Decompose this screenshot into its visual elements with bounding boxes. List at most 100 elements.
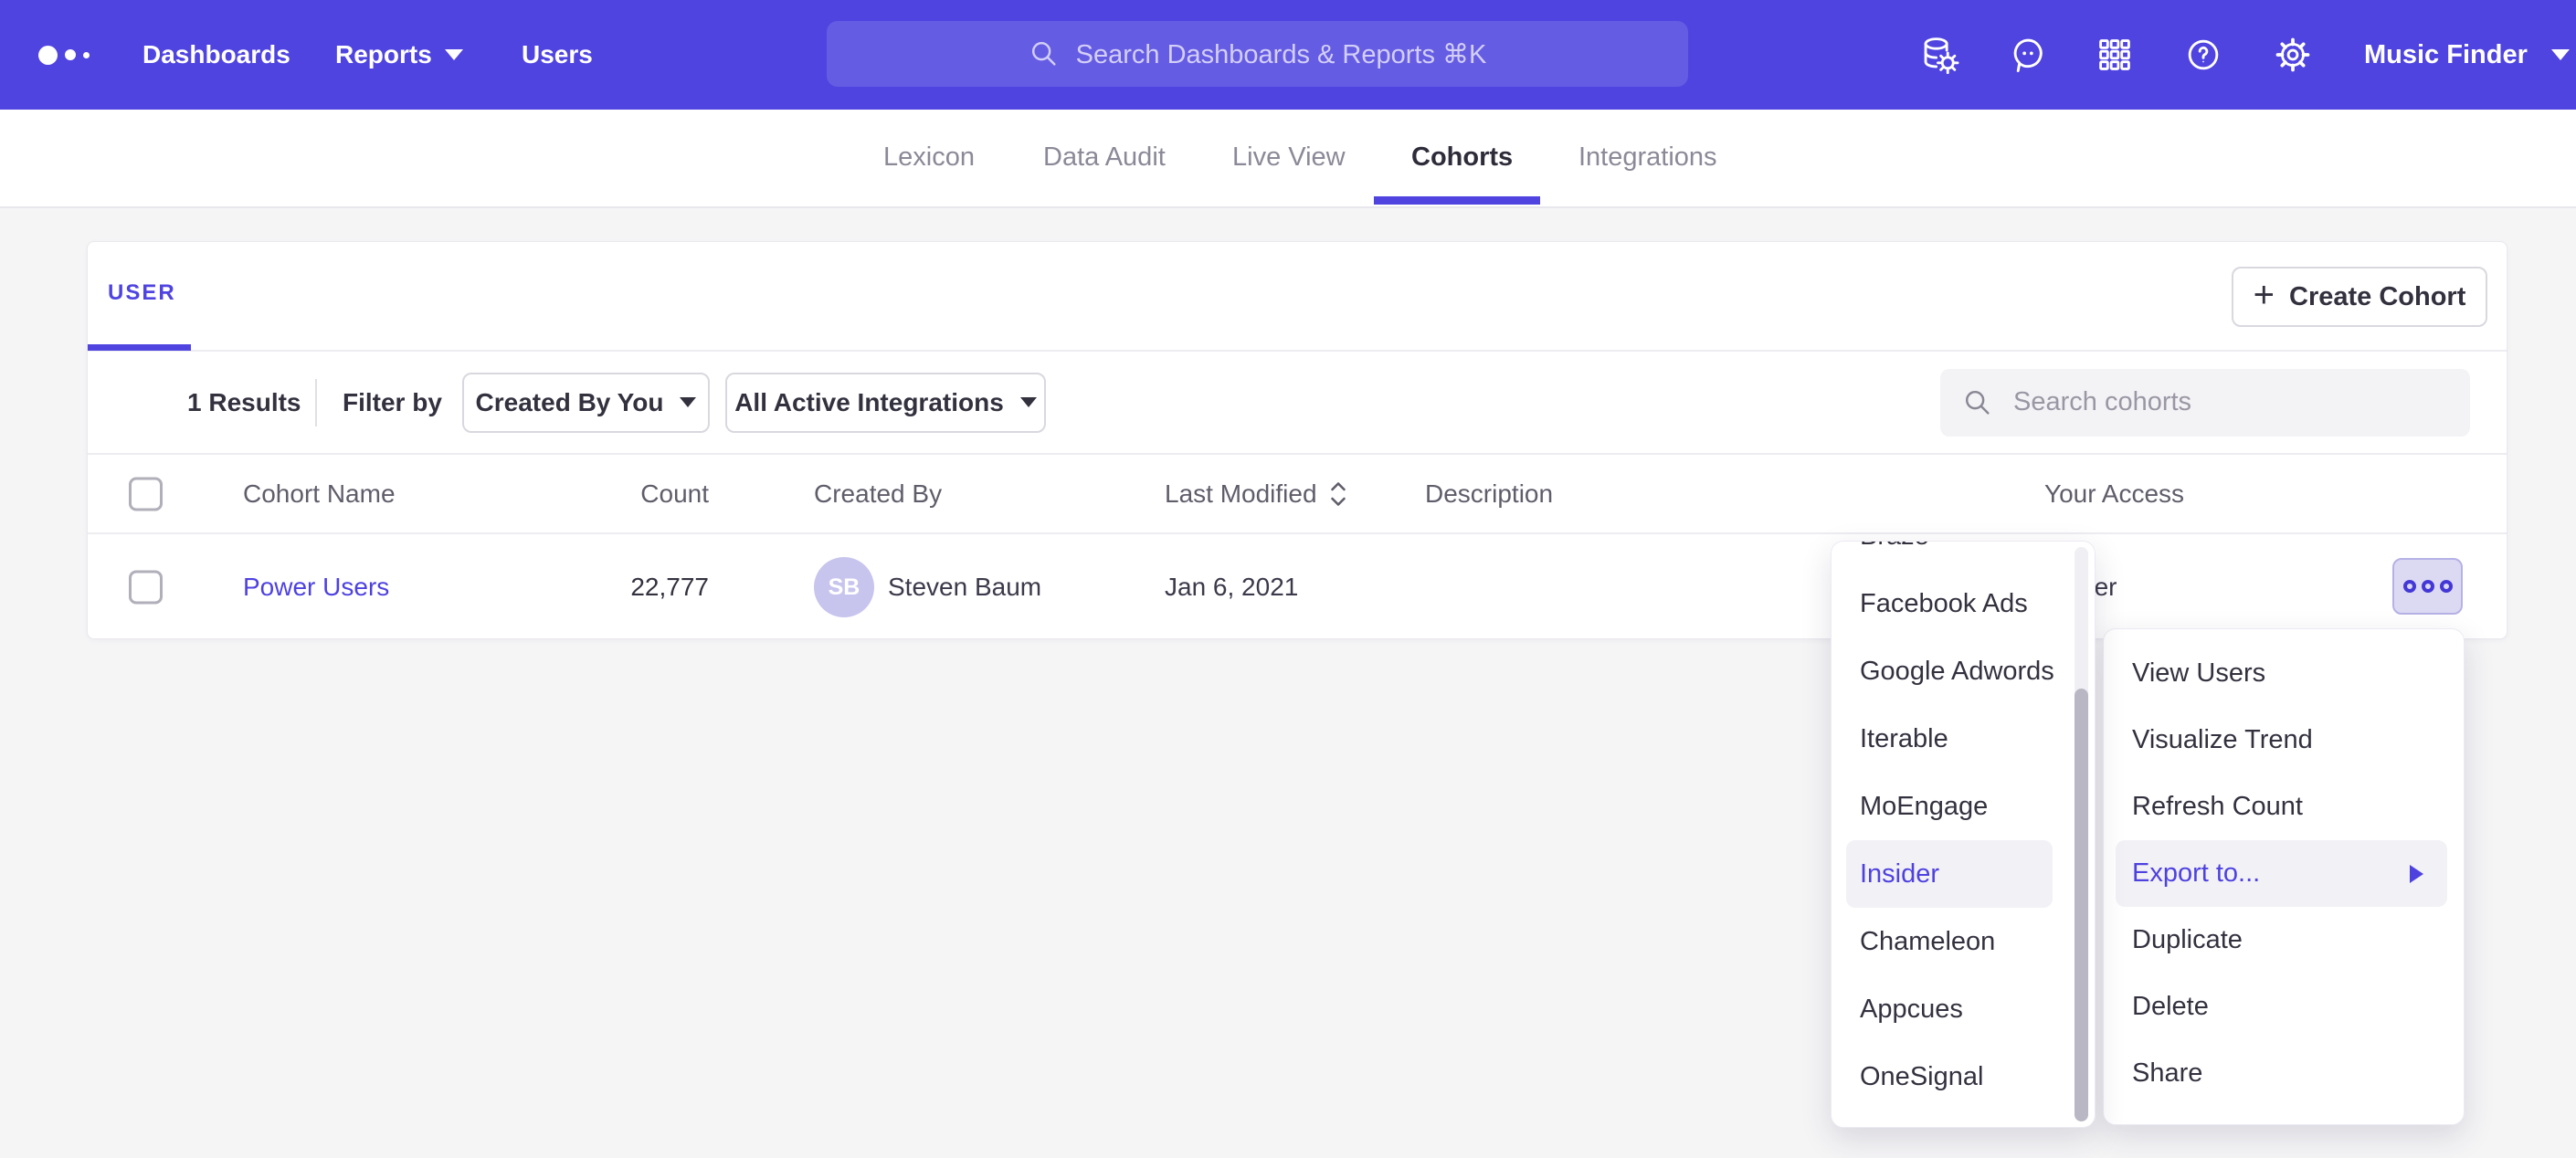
chevron-down-icon: [445, 49, 463, 60]
submenu-item-appcues[interactable]: Appcues: [1832, 975, 2095, 1043]
tab-lexicon[interactable]: Lexicon: [883, 110, 975, 205]
integration-list: Braze Facebook Ads Google Adwords Iterab…: [1832, 541, 2095, 1111]
nav-item-reports[interactable]: Reports: [335, 0, 463, 110]
nav-item-label: Users: [522, 40, 593, 69]
cohort-search-field[interactable]: [1940, 369, 2470, 437]
tab-label: Lexicon: [883, 142, 975, 173]
cohort-search-input[interactable]: [2011, 386, 2448, 418]
cohort-name-link[interactable]: Power Users: [243, 573, 389, 602]
submenu-item-insider[interactable]: Insider: [1846, 840, 2053, 908]
tab-data-audit[interactable]: Data Audit: [1043, 110, 1166, 205]
cohort-count: 22,777: [581, 573, 709, 602]
feedback-chat-icon: [2008, 35, 2048, 75]
chevron-down-icon: [1020, 397, 1037, 407]
nav-item-dashboards[interactable]: Dashboards: [143, 0, 290, 110]
project-name: Music Finder: [2364, 40, 2528, 70]
column-header-cohort-name: Cohort Name: [243, 479, 396, 509]
gear-icon: [2273, 35, 2313, 75]
menu-item-share[interactable]: Share: [2104, 1040, 2464, 1107]
avatar: SB: [814, 557, 874, 617]
tab-label: Cohorts: [1411, 142, 1513, 173]
menu-item-duplicate[interactable]: Duplicate: [2104, 907, 2464, 974]
submenu-item-braze[interactable]: Braze: [1832, 541, 2095, 570]
row-actions-menu: View Users Visualize Trend Refresh Count…: [2103, 628, 2465, 1125]
table-header-row: Cohort Name Count Created By Last Modifi…: [88, 455, 2507, 534]
created-by-filter-dropdown[interactable]: Created By You: [462, 373, 710, 433]
sort-icon: [1328, 479, 1348, 510]
tab-label: Live View: [1232, 142, 1346, 173]
create-cohort-label: Create Cohort: [2289, 282, 2465, 312]
tab-label: Data Audit: [1043, 142, 1166, 173]
menu-item-label: Export to...: [2132, 858, 2260, 889]
row-actions-button[interactable]: [2392, 558, 2463, 615]
submenu-item-onesignal[interactable]: OneSignal: [1832, 1043, 2095, 1111]
database-gear-icon: [1920, 35, 1960, 75]
global-search-input[interactable]: Search Dashboards & Reports ⌘K: [827, 21, 1688, 87]
tab-cohorts[interactable]: Cohorts: [1411, 110, 1513, 205]
chevron-down-icon: [680, 397, 696, 407]
created-by-name: Steven Baum: [888, 573, 1041, 602]
data-management-tabs: Lexicon Data Audit Live View Cohorts Int…: [0, 110, 2576, 208]
ellipsis-icon: [2422, 580, 2434, 593]
submenu-item-moengage[interactable]: MoEngage: [1832, 773, 2095, 840]
search-icon: [1029, 38, 1060, 69]
column-header-label: Last Modified: [1165, 479, 1317, 509]
create-cohort-button[interactable]: + Create Cohort: [2232, 267, 2487, 327]
select-all-checkbox[interactable]: [129, 477, 163, 511]
column-header-description: Description: [1425, 479, 1553, 509]
menu-item-export-to[interactable]: Export to...: [2116, 840, 2447, 907]
dropdown-label: Created By You: [476, 388, 664, 417]
integrations-filter-dropdown[interactable]: All Active Integrations: [725, 373, 1046, 433]
cohorts-screen: Dashboards Reports Users Search Dashboar…: [0, 0, 2576, 1158]
tab-live-view[interactable]: Live View: [1232, 110, 1346, 205]
plus-icon: +: [2254, 277, 2275, 313]
submenu-item-google-adwords[interactable]: Google Adwords: [1832, 637, 2095, 705]
column-header-last-modified[interactable]: Last Modified: [1165, 479, 1348, 510]
tab-integrations[interactable]: Integrations: [1578, 110, 1717, 205]
data-settings-button[interactable]: [1920, 35, 1960, 75]
apps-grid-icon: [2095, 35, 2135, 75]
tab-label: Integrations: [1578, 142, 1717, 173]
feedback-button[interactable]: [2008, 35, 2048, 75]
menu-item-delete[interactable]: Delete: [2104, 974, 2464, 1040]
nav-item-label: Reports: [335, 40, 432, 69]
top-navigation-bar: Dashboards Reports Users Search Dashboar…: [0, 0, 2576, 110]
ellipsis-icon: [2440, 580, 2453, 593]
table-row: Power Users 22,777 SB Steven Baum Jan 6,…: [88, 534, 2507, 640]
help-button[interactable]: [2183, 35, 2223, 75]
last-modified-date: Jan 6, 2021: [1165, 573, 1298, 602]
project-switcher[interactable]: Music Finder: [2364, 0, 2570, 110]
help-icon: [2183, 35, 2223, 75]
submenu-item-iterable[interactable]: Iterable: [1832, 705, 2095, 773]
submenu-item-facebook-ads[interactable]: Facebook Ads: [1832, 570, 2095, 637]
global-search-placeholder: Search Dashboards & Reports ⌘K: [1076, 38, 1487, 70]
column-header-created-by: Created By: [814, 479, 942, 509]
settings-button[interactable]: [2273, 35, 2313, 75]
nav-item-users[interactable]: Users: [522, 0, 593, 110]
filter-toolbar: 1 Results Filter by Created By You All A…: [88, 352, 2507, 455]
results-count: 1 Results: [187, 388, 301, 417]
chevron-down-icon: [2551, 49, 2570, 60]
submenu-arrow-icon: [2410, 865, 2423, 883]
apps-button[interactable]: [2095, 35, 2135, 75]
cohort-type-tab-user[interactable]: USER: [108, 280, 176, 306]
menu-item-visualize-trend[interactable]: Visualize Trend: [2104, 707, 2464, 774]
menu-item-view-users[interactable]: View Users: [2104, 640, 2464, 707]
ellipsis-icon: [2403, 580, 2416, 593]
nav-item-label: Dashboards: [143, 40, 290, 69]
dropdown-label: All Active Integrations: [734, 388, 1004, 417]
submenu-item-chameleon[interactable]: Chameleon: [1832, 908, 2095, 975]
cohorts-card: USER + Create Cohort 1 Results Filter by…: [87, 241, 2507, 639]
filter-by-label: Filter by: [343, 388, 442, 417]
column-header-your-access: Your Access: [2044, 479, 2184, 509]
scrollbar-thumb[interactable]: [2075, 689, 2088, 1121]
active-section-underline: [88, 344, 191, 351]
column-header-count: Count: [581, 479, 709, 509]
row-checkbox[interactable]: [129, 571, 163, 605]
active-tab-underline: [1374, 196, 1540, 205]
export-to-submenu: Braze Facebook Ads Google Adwords Iterab…: [1831, 541, 2096, 1128]
menu-item-refresh-count[interactable]: Refresh Count: [2104, 774, 2464, 840]
search-icon: [1962, 387, 1993, 418]
divider: [315, 379, 317, 426]
cohorts-card-header: USER + Create Cohort: [88, 242, 2507, 352]
